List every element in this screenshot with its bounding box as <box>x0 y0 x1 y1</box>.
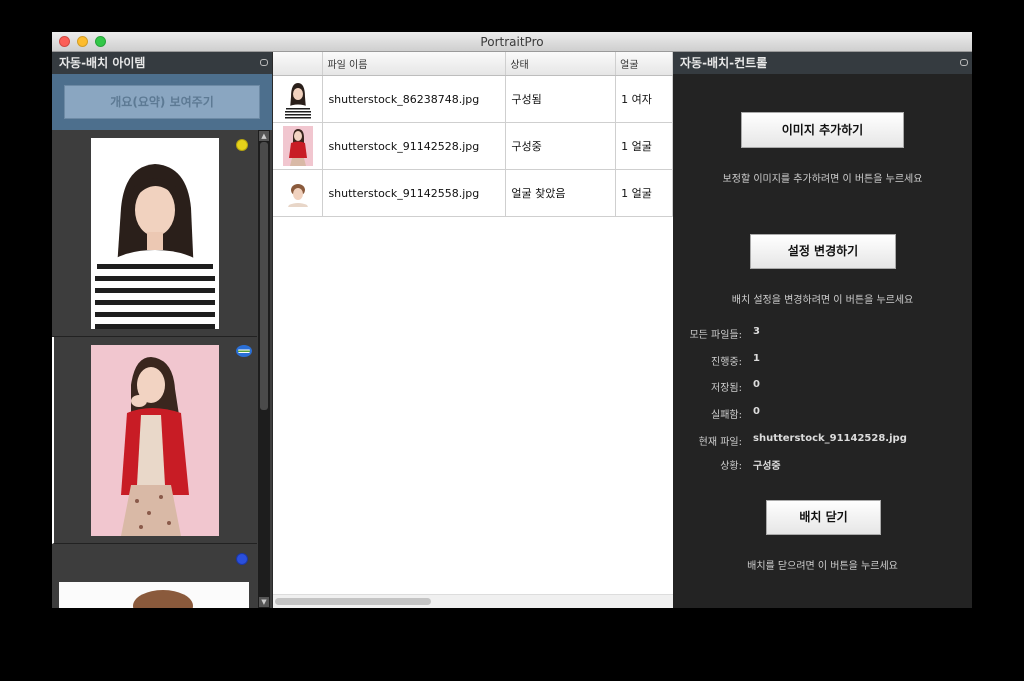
batch-control-panel: 자동-배치-컨트롤 이미지 추가하기 보정할 이미지를 추가하려면 이 버튼을 … <box>673 52 972 608</box>
stat-label-status: 상황: <box>720 461 742 472</box>
thumbnail-item[interactable] <box>52 544 257 608</box>
table-row[interactable]: shutterstock_91142528.jpg 구성중 1 얼굴 <box>273 122 673 170</box>
portrait-image-partial <box>59 582 249 608</box>
status-dot-icon <box>236 553 248 565</box>
scroll-up-arrow-icon[interactable]: ▲ <box>259 131 269 141</box>
row-faces: 1 얼굴 <box>615 122 673 170</box>
title-bar: PortraitPro <box>52 32 972 52</box>
panel-options-icon[interactable] <box>260 59 268 66</box>
row-filename: shutterstock_86238748.jpg <box>322 75 507 123</box>
portrait-thumbnail <box>91 138 219 329</box>
stat-value-failed: 0 <box>753 406 760 417</box>
batch-items-panel: 자동-배치 아이템 개요(요약) 보여주기 ▲ ▼ <box>52 52 272 608</box>
app-window: PortraitPro 자동-배치 아이템 개요(요약) 보여주기 ▲ ▼ 파일… <box>52 32 972 608</box>
portrait-image-striped-shirt <box>91 138 219 329</box>
add-images-hint: 보정할 이미지를 추가하려면 이 버튼을 누르세요 <box>722 174 923 185</box>
row-faces: 1 얼굴 <box>615 169 673 217</box>
table-row[interactable]: shutterstock_91142558.jpg 얼굴 찾았음 1 얼굴 <box>273 169 673 217</box>
row-thumbnail <box>273 169 324 217</box>
thumbnail-list <box>52 130 257 608</box>
thumbnail-item-selected[interactable] <box>52 337 257 544</box>
status-dot-icon <box>236 139 248 151</box>
stat-label-total: 모든 파일들: <box>689 330 742 341</box>
scroll-thumb[interactable] <box>260 142 268 410</box>
column-header-thumb[interactable] <box>273 52 324 76</box>
stat-value-status: 구성중 <box>753 461 781 472</box>
row-thumbnail-image <box>282 79 313 119</box>
table-horizontal-scrollbar[interactable] <box>273 594 673 608</box>
stat-label-failed: 실패함: <box>711 410 742 421</box>
change-settings-button[interactable]: 설정 변경하기 <box>750 234 896 269</box>
row-thumbnail <box>273 75 324 123</box>
add-images-button[interactable]: 이미지 추가하기 <box>741 112 904 148</box>
table-header-row: 파일 이름 상태 얼굴 <box>273 52 673 76</box>
panel-options-icon[interactable] <box>960 59 968 66</box>
stat-value-total: 3 <box>753 326 760 337</box>
file-table: 파일 이름 상태 얼굴 shutterstock_86238748.jpg 구성… <box>273 52 673 217</box>
row-status: 얼굴 찾았음 <box>505 169 617 217</box>
close-batch-button[interactable]: 배치 닫기 <box>766 500 881 535</box>
horizontal-scroll-thumb[interactable] <box>275 598 431 605</box>
thumbnail-scrollbar[interactable]: ▲ ▼ <box>258 130 270 608</box>
file-table-panel: 파일 이름 상태 얼굴 shutterstock_86238748.jpg 구성… <box>273 52 673 608</box>
row-filename: shutterstock_91142528.jpg <box>322 122 507 170</box>
column-header-status[interactable]: 상태 <box>505 52 617 76</box>
table-row[interactable]: shutterstock_86238748.jpg 구성됨 1 여자 <box>273 75 673 123</box>
row-status: 구성중 <box>505 122 617 170</box>
stat-value-current-file: shutterstock_91142528.jpg <box>753 433 907 444</box>
change-settings-hint: 배치 설정을 변경하려면 이 버튼을 누르세요 <box>731 295 914 306</box>
thumbnail-item[interactable] <box>52 130 257 337</box>
row-faces: 1 여자 <box>615 75 673 123</box>
summary-area: 개요(요약) 보여주기 <box>52 74 272 130</box>
stat-label-in-progress: 진행중: <box>711 357 742 368</box>
column-header-faces[interactable]: 얼굴 <box>615 52 673 76</box>
row-thumbnail <box>273 122 324 170</box>
portrait-image-red-cardigan <box>91 345 219 536</box>
window-title: PortraitPro <box>480 35 544 49</box>
batch-items-header: 자동-배치 아이템 <box>52 52 272 74</box>
portrait-thumbnail <box>91 345 219 536</box>
row-thumbnail-image <box>282 173 313 213</box>
column-header-filename[interactable]: 파일 이름 <box>322 52 507 76</box>
batch-items-title: 자동-배치 아이템 <box>59 56 146 70</box>
batch-control-title: 자동-배치-컨트롤 <box>680 56 768 70</box>
stat-value-in-progress: 1 <box>753 353 760 364</box>
close-batch-hint: 배치를 닫으려면 이 버튼을 누르세요 <box>747 561 898 572</box>
stat-label-current-file: 현재 파일: <box>698 437 742 448</box>
show-summary-button[interactable]: 개요(요약) 보여주기 <box>64 85 260 119</box>
stat-value-saved: 0 <box>753 379 760 390</box>
row-status: 구성됨 <box>505 75 617 123</box>
stat-label-saved: 저장됨: <box>711 383 742 394</box>
batch-control-header: 자동-배치-컨트롤 <box>673 52 972 74</box>
scroll-down-arrow-icon[interactable]: ▼ <box>259 597 269 607</box>
portrait-thumbnail <box>59 582 249 608</box>
row-filename: shutterstock_91142558.jpg <box>322 169 507 217</box>
globe-icon <box>236 345 252 357</box>
row-thumbnail-image <box>282 126 313 166</box>
